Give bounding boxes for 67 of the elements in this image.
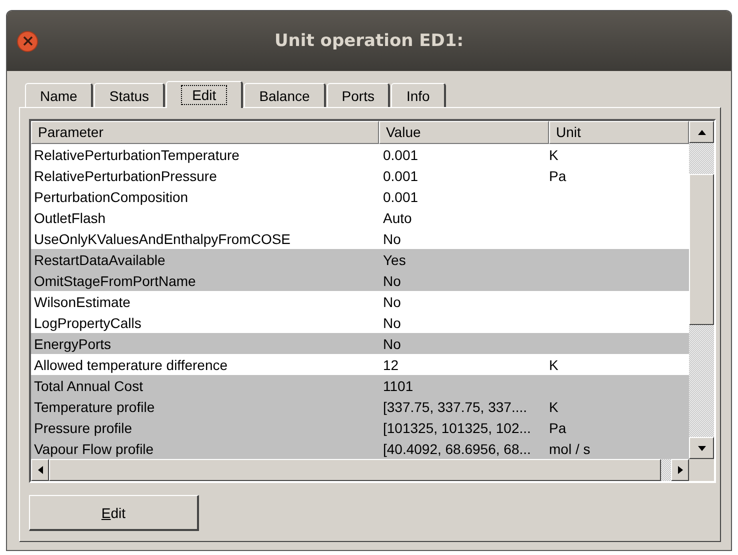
table-cell-text: PerturbationComposition: [33, 188, 190, 204]
table-cell-text: 0.001: [382, 146, 420, 162]
table-row[interactable]: EnergyPorts No: [31, 333, 689, 354]
table-cell-text: UseOnlyKValuesAndEnthalpyFromCOSE: [33, 230, 292, 246]
down-arrow-icon: [698, 446, 706, 450]
table-cell-text: RelativePerturbationPressure: [33, 168, 218, 184]
table-cell-text: Auto: [382, 210, 413, 226]
column-header[interactable]: Unit: [549, 121, 689, 144]
window-title: Unit operation ED1:: [274, 31, 464, 51]
table-cell-text: Temperature profile: [33, 398, 156, 414]
table-row[interactable]: Temperature profile [337.75, 337.75, 337.... K: [31, 396, 689, 417]
table-cell-text: 12: [382, 356, 400, 372]
table-cell-text: No: [382, 294, 402, 310]
table-cell-text: Pressure profile: [33, 420, 134, 436]
table-cell-text: 0.001: [382, 188, 420, 204]
table-cell-text: K: [549, 146, 560, 162]
table-cell-text: [40.4092, 68.6956, 68...: [382, 440, 532, 456]
table-cell-text: RestartDataAvailable: [33, 252, 166, 268]
scroll-down-button[interactable]: [689, 437, 714, 459]
table-cell-text: [101325, 101325, 102...: [382, 420, 532, 436]
table-cell-text: OutletFlash: [33, 210, 107, 226]
scroll-right-button[interactable]: [671, 459, 689, 481]
up-arrow-icon: [698, 130, 706, 134]
table-row[interactable]: Vapour Flow profile [40.4092, 68.6956, 68... mol / s: [31, 438, 689, 459]
scroll-thumb[interactable]: [689, 174, 714, 325]
table-row[interactable]: OmitStageFromPortName No: [31, 270, 689, 291]
column-header[interactable]: Parameter: [31, 121, 379, 144]
scroll-track[interactable]: [661, 459, 671, 481]
tab[interactable]: Info: [391, 83, 446, 107]
tab[interactable]: Ports: [326, 83, 390, 107]
table-cell-text: Pa: [549, 420, 568, 436]
table-cell-text: K: [549, 356, 560, 372]
edit-button[interactable]: Edit: [29, 495, 199, 531]
close-icon: [22, 36, 32, 46]
table-row[interactable]: Total Annual Cost 1101: [31, 375, 689, 396]
table-cell-text: LogPropertyCalls: [33, 314, 142, 330]
table-cell-text: [337.75, 337.75, 337....: [382, 398, 528, 414]
table-cell-text: No: [382, 336, 402, 352]
vertical-scrollbar[interactable]: [689, 121, 714, 459]
table-cell-text: No: [382, 230, 402, 246]
table-cell-text: Vapour Flow profile: [33, 440, 155, 456]
tab[interactable]: Edit: [166, 81, 244, 108]
close-button[interactable]: [17, 30, 38, 52]
table-cell-text: K: [549, 398, 560, 414]
scroll-left-button[interactable]: [31, 459, 49, 481]
tab[interactable]: Name: [25, 83, 94, 107]
table-cell-text: 1101: [382, 378, 414, 394]
tab[interactable]: Balance: [244, 83, 326, 107]
tab[interactable]: Status: [94, 83, 166, 107]
left-arrow-icon: [38, 466, 42, 474]
column-header[interactable]: Value: [379, 121, 549, 144]
table-row[interactable]: Pressure profile [101325, 101325, 102... Pa: [31, 417, 689, 438]
table-cell-text: No: [382, 272, 402, 288]
table-cell-text: RelativePerturbationTemperature: [33, 146, 240, 162]
table-cell-text: 0.001: [382, 168, 420, 184]
table-cell-text: OmitStageFromPortName: [33, 272, 197, 288]
table-row[interactable]: RestartDataAvailable Yes: [31, 249, 689, 270]
scroll-up-button[interactable]: [689, 121, 714, 143]
table-cell-text: WilsonEstimate: [33, 294, 132, 310]
table-cell-text: Yes: [382, 252, 407, 268]
table-cell-text: EnergyPorts: [33, 336, 112, 352]
table-cell-text: No: [382, 314, 402, 330]
table-cell-text: Pa: [549, 168, 568, 184]
table-cell-text: Total Annual Cost: [33, 378, 144, 394]
table-cell-text: Allowed temperature difference: [33, 356, 229, 372]
table-cell-text: mol / s: [549, 440, 592, 456]
right-arrow-icon: [678, 466, 682, 474]
